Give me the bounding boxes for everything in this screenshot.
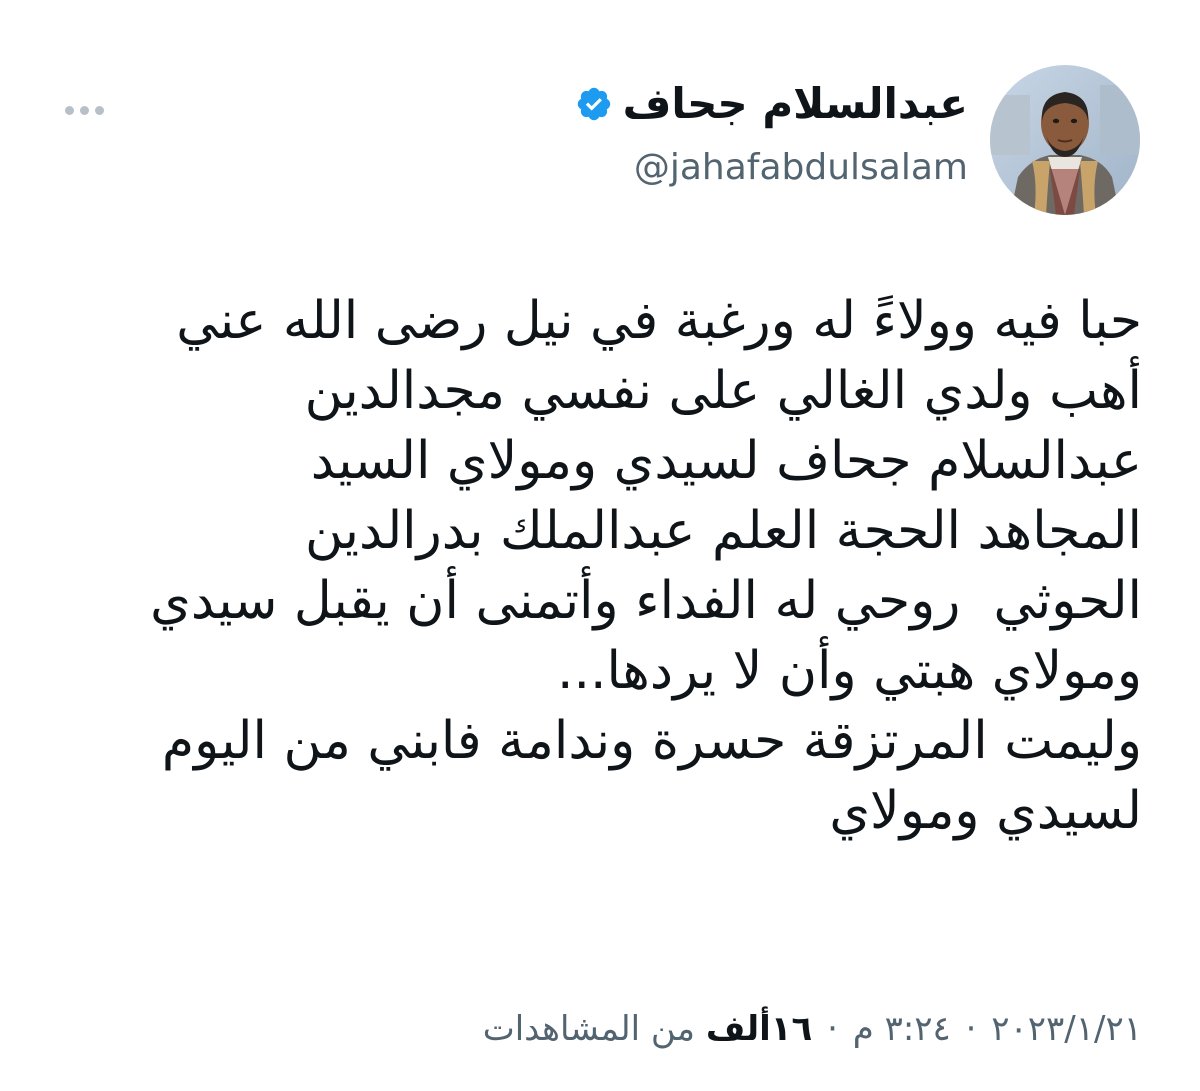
author-display-name[interactable]: عبدالسلام جحاف <box>623 74 968 134</box>
tweet-line: حبا فيه وولاءً له ورغبة في نيل رضى الله … <box>176 291 1142 351</box>
tweet-line: ومولاي هبتي وأن لا يردها... <box>556 641 1142 701</box>
tweet-line: وليمت المرتزقة حسرة وندامة فابني من اليو… <box>161 711 1142 771</box>
author-handle[interactable]: @jahafabdulsalam <box>634 142 968 194</box>
tweet-time[interactable]: ٣:٢٤ م <box>853 1009 951 1049</box>
tweet-text: حبا فيه وولاءً له ورغبة في نيل رضى الله … <box>62 286 1142 846</box>
tweet-date[interactable]: ٢٠٢٣/١/٢١ <box>991 1009 1142 1049</box>
tweet-meta: ٢٠٢٣/١/٢١ · ٣:٢٤ م · ١٦ألف من المشاهدات <box>483 1004 1142 1054</box>
more-options-button[interactable] <box>56 92 112 128</box>
avatar-photo <box>990 65 1140 215</box>
tweet-line: لسيدي ومولاي <box>829 781 1142 841</box>
tweet-card: عبدالسلام جحاف @jahafabdulsalam حبا فيه … <box>0 0 1200 1091</box>
author-name-row[interactable]: عبدالسلام جحاف <box>575 74 968 134</box>
tweet-line: المجاهد الحجة العلم عبدالملك بدرالدين <box>304 501 1142 561</box>
avatar[interactable] <box>990 65 1140 215</box>
views-label: من المشاهدات <box>482 1009 696 1049</box>
tweet-line: الحوثي روحي له الفداء وأتمنى أن يقبل سيد… <box>150 571 1142 631</box>
verified-badge-icon <box>577 87 610 121</box>
tweet-line: أهب ولدي الغالي على نفسي مجدالدين <box>304 361 1142 421</box>
views-count[interactable]: ١٦ألف <box>706 1009 812 1049</box>
meta-separator: · <box>827 1009 838 1049</box>
tweet-line: عبدالسلام جحاف لسيدي ومولاي السيد <box>310 431 1142 491</box>
meta-separator: · <box>965 1009 977 1049</box>
more-horizontal-icon <box>64 105 74 115</box>
